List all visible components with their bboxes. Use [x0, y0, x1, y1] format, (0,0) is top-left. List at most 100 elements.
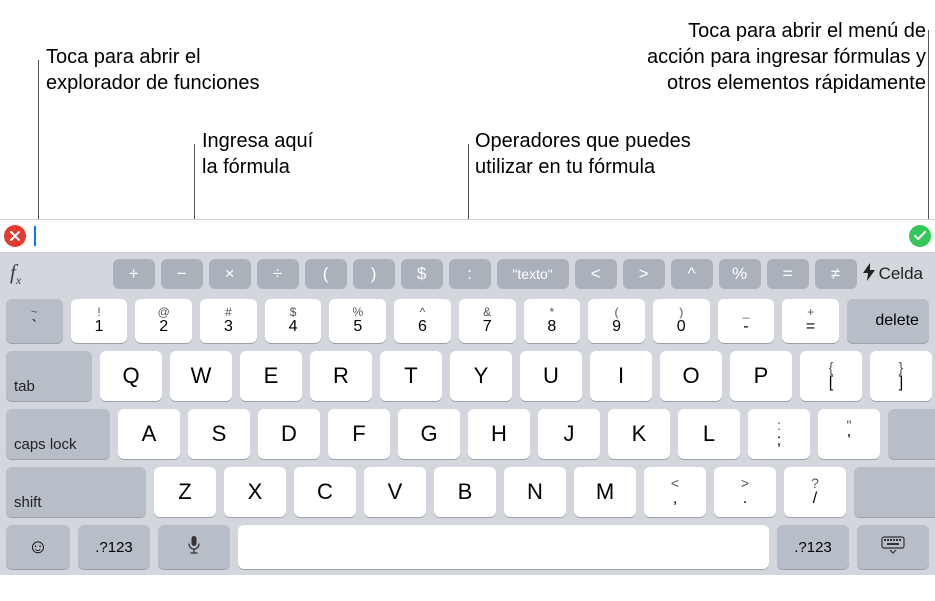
numkey-5[interactable]: %5	[329, 299, 386, 343]
key-s[interactable]: S	[188, 409, 250, 459]
op-7[interactable]: :	[449, 259, 491, 289]
shift-left-label: shift	[14, 494, 42, 511]
keyboard-area: fx +−×÷()$:"texto"<>^%=≠ Celda ~`!1@2#3$…	[0, 219, 935, 575]
key-b[interactable]: B	[434, 467, 496, 517]
mode-right-key[interactable]: .?123	[777, 525, 849, 569]
key-v[interactable]: V	[364, 467, 426, 517]
key-e[interactable]: E	[240, 351, 302, 401]
op-6[interactable]: $	[401, 259, 443, 289]
formula-input[interactable]	[42, 224, 903, 248]
key-p[interactable]: P	[730, 351, 792, 401]
a-tail: :;"'	[748, 409, 880, 459]
op-0[interactable]: +	[113, 259, 155, 289]
z-row: shift ZXCVBNM <,>.?/ shift	[6, 467, 929, 517]
shift-left-key[interactable]: shift	[6, 467, 146, 517]
key-x[interactable]: X	[224, 467, 286, 517]
numkey-4[interactable]: $4	[265, 299, 322, 343]
key-f[interactable]: F	[328, 409, 390, 459]
z-punct-2[interactable]: ?/	[784, 467, 846, 517]
mode-left-key[interactable]: .?123	[78, 525, 150, 569]
op-1[interactable]: −	[161, 259, 203, 289]
numkey-9[interactable]: (9	[588, 299, 645, 343]
q-punct-0[interactable]: {[	[800, 351, 862, 401]
shift-right-key[interactable]: shift	[854, 467, 935, 517]
op-5[interactable]: )	[353, 259, 395, 289]
numkey-6[interactable]: ^6	[394, 299, 451, 343]
bottom-row: ☺ .?123 .?123	[6, 525, 929, 569]
key-o[interactable]: O	[660, 351, 722, 401]
emoji-key[interactable]: ☺	[6, 525, 70, 569]
op-8[interactable]: "texto"	[497, 259, 569, 289]
cell-label: Celda	[879, 264, 923, 284]
numkey--[interactable]: _-	[718, 299, 775, 343]
key-y[interactable]: Y	[450, 351, 512, 401]
numkey-8[interactable]: *8	[524, 299, 581, 343]
key-c[interactable]: C	[294, 467, 356, 517]
tab-key[interactable]: tab	[6, 351, 92, 401]
callout-cell: Toca para abrir el menú de acción para i…	[472, 18, 926, 96]
a-row: caps lock ASDFGHJKL :;"' return	[6, 409, 929, 459]
key-h[interactable]: H	[468, 409, 530, 459]
op-4[interactable]: (	[305, 259, 347, 289]
fx-sub: x	[16, 273, 21, 287]
confirm-formula-button[interactable]	[909, 225, 931, 247]
op-14[interactable]: ≠	[815, 259, 857, 289]
op-2[interactable]: ×	[209, 259, 251, 289]
numkey-0[interactable]: )0	[653, 299, 710, 343]
capslock-key[interactable]: caps lock	[6, 409, 110, 459]
key-w[interactable]: W	[170, 351, 232, 401]
dictation-key[interactable]	[158, 525, 230, 569]
numkey-`[interactable]: ~`	[6, 299, 63, 343]
key-a[interactable]: A	[118, 409, 180, 459]
key-z[interactable]: Z	[154, 467, 216, 517]
hide-keyboard-key[interactable]	[857, 525, 929, 569]
function-browser-button[interactable]: fx	[6, 260, 23, 288]
text-cursor	[34, 226, 36, 246]
space-key[interactable]	[238, 525, 769, 569]
op-10[interactable]: >	[623, 259, 665, 289]
numkey-=[interactable]: +=	[782, 299, 839, 343]
hide-keyboard-icon	[881, 536, 905, 559]
cancel-formula-button[interactable]	[4, 225, 26, 247]
key-m[interactable]: M	[574, 467, 636, 517]
tab-label: tab	[14, 378, 35, 395]
qwerty-keyboard: ~`!1@2#3$4%5^6&7*8(9)0_-+=delete tab QWE…	[0, 295, 935, 575]
emoji-icon: ☺	[28, 536, 48, 559]
op-9[interactable]: <	[575, 259, 617, 289]
q-tail: {[}]|\	[800, 351, 935, 401]
key-n[interactable]: N	[504, 467, 566, 517]
numkey-1[interactable]: !1	[71, 299, 128, 343]
key-j[interactable]: J	[538, 409, 600, 459]
numkey-7[interactable]: &7	[459, 299, 516, 343]
z-punct-1[interactable]: >.	[714, 467, 776, 517]
a-punct-0[interactable]: :;	[748, 409, 810, 459]
numkey-3[interactable]: #3	[200, 299, 257, 343]
key-t[interactable]: T	[380, 351, 442, 401]
callout-fx: Toca para abrir el explorador de funcion…	[46, 44, 259, 96]
ops-container: +−×÷()$:"texto"<>^%=≠	[113, 259, 857, 289]
key-l[interactable]: L	[678, 409, 740, 459]
numkey-2[interactable]: @2	[135, 299, 192, 343]
op-11[interactable]: ^	[671, 259, 713, 289]
op-12[interactable]: %	[719, 259, 761, 289]
key-k[interactable]: K	[608, 409, 670, 459]
key-q[interactable]: Q	[100, 351, 162, 401]
key-r[interactable]: R	[310, 351, 372, 401]
op-3[interactable]: ÷	[257, 259, 299, 289]
return-key[interactable]: return	[888, 409, 935, 459]
q-punct-1[interactable]: }]	[870, 351, 932, 401]
key-g[interactable]: G	[398, 409, 460, 459]
bolt-icon	[863, 263, 875, 286]
mode-right-label: .?123	[794, 539, 832, 556]
op-13[interactable]: =	[767, 259, 809, 289]
a-punct-1[interactable]: "'	[818, 409, 880, 459]
key-u[interactable]: U	[520, 351, 582, 401]
z-punct-0[interactable]: <,	[644, 467, 706, 517]
cell-action-button[interactable]: Celda	[863, 263, 929, 286]
key-i[interactable]: I	[590, 351, 652, 401]
operator-toolbar: fx +−×÷()$:"texto"<>^%=≠ Celda	[0, 253, 935, 295]
delete-key[interactable]: delete	[847, 299, 929, 343]
z-letters: ZXCVBNM	[154, 467, 636, 517]
callout-formula: Ingresa aquí la fórmula	[202, 128, 313, 180]
key-d[interactable]: D	[258, 409, 320, 459]
